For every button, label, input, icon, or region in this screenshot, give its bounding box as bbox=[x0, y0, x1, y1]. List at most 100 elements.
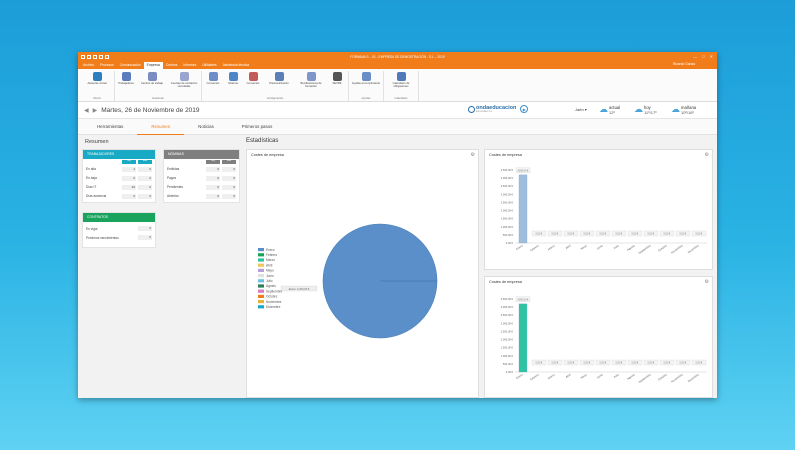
ribbon-button-label: Ayudas al cumplimiento bbox=[351, 82, 381, 85]
ribbon-button-label: Convenios bbox=[206, 82, 220, 85]
menu-item-asistencia-t-cnica[interactable]: Asistencia técnica bbox=[220, 62, 252, 69]
ribbon-button[interactable]: Cuentas de cotización vinculadas bbox=[169, 71, 199, 97]
weather-label: mañana bbox=[681, 104, 697, 110]
legend-label[interactable]: Mayo bbox=[266, 269, 274, 273]
row-label: En vigor bbox=[86, 226, 98, 231]
user-name[interactable]: Ricardo Garcia bbox=[673, 62, 695, 66]
menu-item-comunicaci-n[interactable]: Comunicación bbox=[117, 62, 144, 69]
title-bar: FORMAVA S. - 01 - EMPRESA DE DEMOSTRACIÓ… bbox=[78, 52, 717, 61]
ribbon-button-label: Calendario de obligaciones bbox=[392, 82, 410, 88]
tab-primeros-pasos[interactable]: Primeros pasos bbox=[228, 119, 287, 135]
row-value: 0 bbox=[206, 193, 220, 199]
legend-label[interactable]: Junio bbox=[266, 274, 274, 278]
ribbon-button[interactable]: Parametrización bbox=[264, 71, 294, 97]
ribbon-button[interactable]: Convenios bbox=[204, 71, 222, 97]
tab-resumen[interactable]: Resumen bbox=[137, 119, 185, 135]
prev-day-button[interactable]: ◀ bbox=[84, 107, 89, 114]
legend-label[interactable]: Diciembre bbox=[266, 305, 281, 309]
legend-label[interactable]: Febrero bbox=[266, 253, 277, 257]
column-header: Mes bbox=[222, 160, 236, 164]
app-window: FORMAVA S. - 01 - EMPRESA DE DEMOSTRACIÓ… bbox=[78, 52, 717, 398]
y-tick-label: 3.500,00 € bbox=[501, 313, 514, 317]
data-label: 0,00 € bbox=[696, 233, 703, 236]
y-tick-label: 0,00 € bbox=[506, 241, 514, 245]
data-label: 0,00 € bbox=[568, 362, 575, 365]
calendar-icon bbox=[396, 72, 406, 81]
ribbon-button[interactable]: Trabajadores bbox=[117, 71, 135, 97]
ribbon-button[interactable]: Centros de trabajo bbox=[137, 71, 167, 97]
close-button[interactable]: ✕ bbox=[710, 54, 713, 59]
onda-logo[interactable]: ondaeducacion EN DIRECTO ▶ bbox=[468, 105, 529, 113]
data-label: 0,00 € bbox=[600, 233, 607, 236]
ribbon-group-label: Calendario bbox=[394, 97, 408, 100]
tab-herramientas[interactable]: Herramientas bbox=[83, 119, 137, 135]
ribbon-button-label: SEXPE bbox=[332, 82, 342, 85]
y-tick-label: 4.000,00 € bbox=[501, 305, 514, 309]
menu-item-utilidades[interactable]: Utilidades bbox=[199, 62, 219, 69]
agreements-icon bbox=[248, 72, 258, 81]
legend-swatch bbox=[258, 289, 264, 293]
maximize-button[interactable]: □ bbox=[702, 54, 704, 59]
menu-item-archivo[interactable]: Archivo bbox=[80, 62, 97, 69]
accounts-icon bbox=[179, 72, 189, 81]
ribbon-button-label: Convenios bbox=[246, 82, 260, 85]
data-label: 0,00 € bbox=[600, 362, 607, 365]
legend-label[interactable]: Octubre bbox=[266, 295, 278, 299]
menu-item-procesos[interactable]: Procesos bbox=[97, 62, 117, 69]
legend-label[interactable]: Noviembre bbox=[266, 300, 282, 304]
ribbon-buttons: Calendario de obligaciones bbox=[386, 71, 416, 97]
legend-label[interactable]: Agosto bbox=[266, 284, 276, 288]
y-tick-label: 1.500,00 € bbox=[501, 346, 514, 350]
legend-label[interactable]: Enero bbox=[266, 248, 275, 252]
ribbon-button[interactable]: Convenios bbox=[244, 71, 262, 97]
menu-item-centros[interactable]: Centros bbox=[163, 62, 181, 69]
redo-icon[interactable] bbox=[93, 54, 97, 59]
bar-chart: 0,00 € 500,00 € 1.000,00 € 1.500,00 € 2.000,… bbox=[501, 167, 707, 255]
help-icon bbox=[361, 72, 371, 81]
ribbon-button[interactable]: SEXPE bbox=[328, 71, 346, 97]
y-tick-label: 2.500,00 € bbox=[501, 329, 514, 333]
ribbon-button[interactable]: Ayudas al cumplimiento bbox=[351, 71, 381, 97]
window-title: FORMAVA S. - 01 - EMPRESA DE DEMOSTRACIÓ… bbox=[350, 54, 445, 59]
data-label: 0,00 € bbox=[632, 362, 639, 365]
data-label: 0,00 € bbox=[696, 362, 703, 365]
print-icon[interactable] bbox=[99, 54, 103, 59]
next-day-button[interactable]: ▶ bbox=[93, 107, 98, 114]
undo-icon[interactable] bbox=[87, 54, 91, 59]
ribbon-button-label: Sistema bbox=[228, 82, 238, 85]
legend-label[interactable]: Abril bbox=[266, 263, 273, 267]
bar-chart-panel-1: Costes de empresa ⚙ 0,00 €500,00 €1.000,… bbox=[484, 149, 713, 270]
legend-label[interactable]: Septiembre bbox=[266, 289, 283, 293]
x-tick-label: Agosto bbox=[626, 372, 636, 381]
alpha-icon bbox=[92, 72, 102, 81]
legend-swatch bbox=[258, 274, 264, 278]
minimize-button[interactable]: — bbox=[693, 54, 697, 59]
card-row: Próximos vencimientos 0 bbox=[83, 233, 155, 242]
y-tick-label: 500,00 € bbox=[503, 362, 514, 366]
x-tick-label: Junio bbox=[596, 243, 604, 250]
ribbon-button[interactable]: Bonificaciones de formación bbox=[296, 71, 326, 97]
nominas-card: NÓMINAS Hoy Mes Emitidas 0 0 Pagos 0 0 Pendien… bbox=[163, 149, 240, 203]
bar[interactable] bbox=[518, 174, 528, 244]
bar[interactable] bbox=[518, 303, 528, 373]
ribbon-button[interactable]: Sistema bbox=[224, 71, 242, 97]
legend-label[interactable]: Marzo bbox=[266, 258, 275, 262]
pie-chart: Enero: 4.200,00 € EneroFebreroMarzoAbril M… bbox=[258, 223, 438, 339]
legend-label[interactable]: Julio bbox=[266, 279, 273, 283]
menu-item-empresa[interactable]: Empresa bbox=[143, 62, 163, 69]
tab-noticias[interactable]: Noticias bbox=[184, 119, 228, 135]
menu-item-informes[interactable]: Informes bbox=[180, 62, 199, 69]
card-row: Pagos 0 0 bbox=[164, 174, 239, 183]
cloud-icon: ☁ bbox=[634, 104, 643, 114]
data-label: 0,00 € bbox=[680, 233, 687, 236]
x-tick-label: Abril bbox=[565, 372, 572, 379]
ribbon-button[interactable]: Asistente virtual bbox=[82, 71, 112, 97]
row-value: 0 bbox=[138, 235, 152, 240]
mail-icon[interactable] bbox=[105, 54, 109, 59]
save-icon[interactable] bbox=[81, 54, 85, 59]
date-bar: ◀ ▶ Martes, 26 de Noviembre de 2019 onda… bbox=[78, 102, 717, 119]
city-selector[interactable]: Jaén ▾ bbox=[575, 107, 587, 112]
ribbon-button[interactable]: Calendario de obligaciones bbox=[386, 71, 416, 97]
play-icon[interactable]: ▶ bbox=[520, 105, 529, 113]
data-label: 0,00 € bbox=[616, 362, 623, 365]
